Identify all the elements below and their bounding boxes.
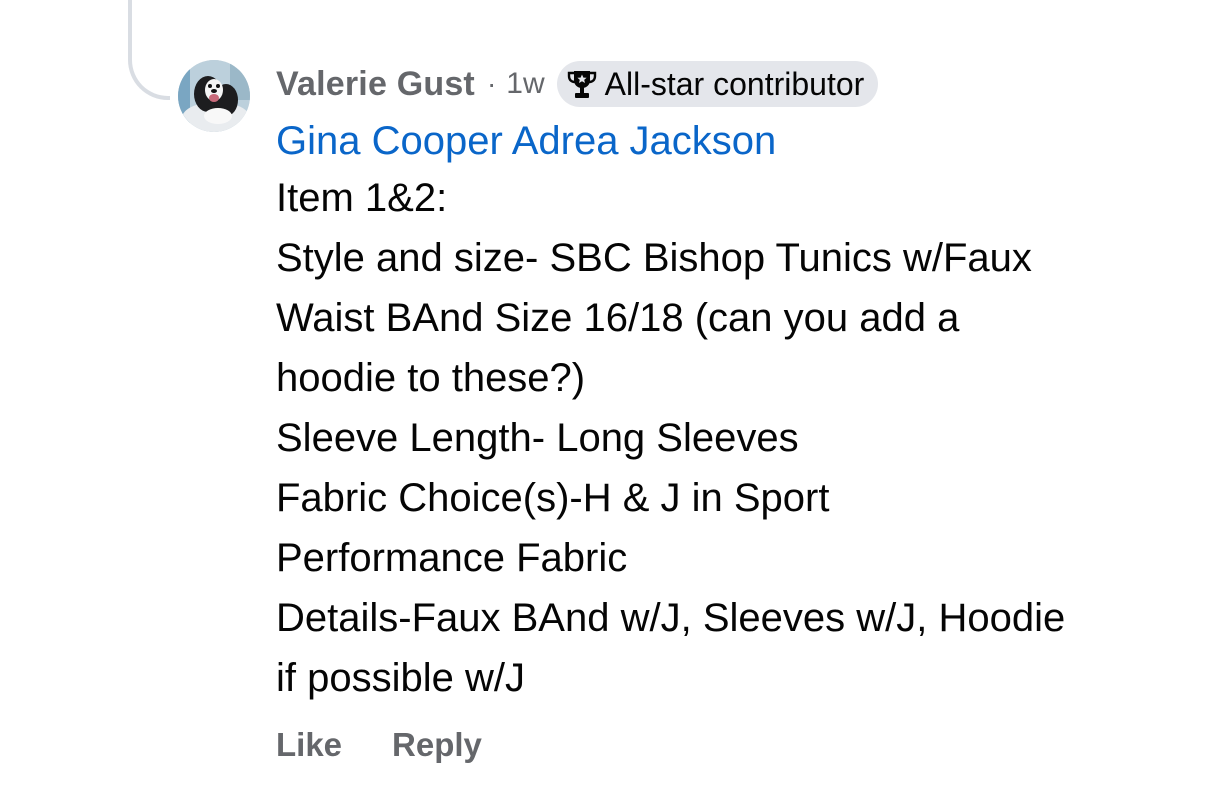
avatar[interactable]: [178, 60, 250, 132]
comment-line: Fabric Choice(s)-H & J in Sport: [276, 476, 830, 520]
badge-label: All-star contributor: [604, 65, 865, 102]
avatar-dog-photo: [178, 60, 250, 132]
comment-line: Item 1&2:: [276, 176, 448, 220]
comment-line: Details-Faux BAnd w/J, Sleeves w/J, Hood…: [276, 596, 1066, 640]
comment-line: Sleeve Length- Long Sleeves: [276, 416, 799, 460]
tagged-users[interactable]: Gina Cooper Adrea Jackson: [276, 114, 1206, 168]
trophy-icon: [567, 68, 597, 100]
reply-thread-connector: [128, 0, 170, 100]
reply-button[interactable]: Reply: [392, 726, 482, 764]
comment-body: Item 1&2: Style and size- SBC Bishop Tun…: [276, 168, 1206, 708]
contributor-badge[interactable]: All-star contributor: [556, 61, 879, 107]
comment-header: Valerie Gust · 1w All-star contributor: [276, 60, 1206, 108]
author-name[interactable]: Valerie Gust: [276, 65, 475, 104]
comment-line: Waist BAnd Size 16/18 (can you add a: [276, 296, 960, 340]
comment-timestamp[interactable]: 1w: [506, 67, 544, 101]
comment-line: hoodie to these?): [276, 356, 586, 400]
like-button[interactable]: Like: [276, 726, 342, 764]
comment: Valerie Gust · 1w All-star contributor G…: [276, 60, 1206, 708]
comment-line: if possible w/J: [276, 656, 525, 700]
comment-line: Style and size- SBC Bishop Tunics w/Faux: [276, 236, 1032, 280]
comment-line: Performance Fabric: [276, 536, 628, 580]
meta-separator: ·: [486, 68, 497, 99]
comment-actions: Like Reply: [276, 726, 482, 764]
